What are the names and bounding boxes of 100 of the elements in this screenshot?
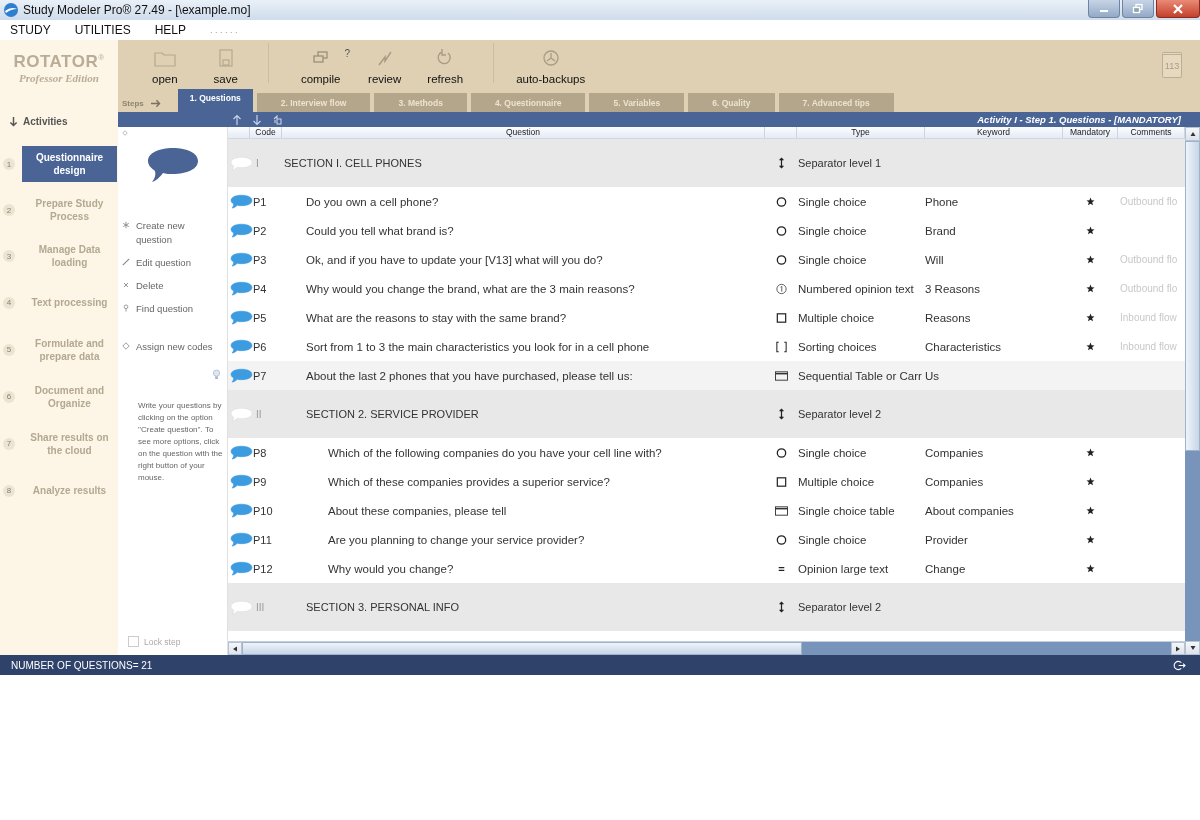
speech-bubble-icon [230,532,253,547]
column-header[interactable]: Type [797,127,925,138]
exit-icon[interactable] [1173,659,1186,671]
section-row[interactable]: I SECTION I. CELL PHONES Separator level 1 [228,139,1185,187]
question-code: P11 [253,533,272,546]
action-link[interactable]: Create new question [136,219,221,247]
calendar-icon: 113 [1162,51,1182,78]
toolbar-button[interactable]: save [205,48,246,89]
up-arrow-icon [1189,131,1196,137]
question-code: P12 [253,562,273,575]
menu-item[interactable]: UTILITIES [74,23,131,37]
menu-item[interactable]: STUDY [10,23,51,37]
step-number: 8 [3,484,15,497]
scroll-left-button[interactable] [228,642,242,655]
action-link[interactable]: Assign new codes [136,340,221,354]
close-button[interactable] [1156,0,1200,18]
question-code: P8 [253,446,267,459]
toolbar-button[interactable]: auto-backups [508,48,594,89]
question-keyword: Companies [925,446,984,459]
type-icon [774,446,788,459]
section-row[interactable]: II SECTION 2. SERVICE PROVIDER Separator level 2 [228,390,1185,438]
question-code: P7 [253,369,267,382]
horizontal-scrollbar-thumb[interactable] [242,642,802,655]
question-text: Are you planning to change your service provider? [328,533,585,546]
logo-edition: Professor Edition [19,72,99,84]
question-text: Which of the following companies do you have your cell line with? [328,446,662,459]
restore-button[interactable] [1122,0,1154,18]
question-keyword: 3 Reasons [925,282,980,295]
question-code: I [256,157,259,169]
diamond-icon [122,130,128,136]
steps-label: Steps [122,99,144,108]
column-header[interactable]: Code [250,127,282,138]
question-text: What are the reasons to stay with the same brand? [306,311,567,324]
activity-item[interactable]: Questionnaire design [22,146,117,182]
column-header[interactable]: Mandatory [1063,127,1118,138]
question-text: Sort from 1 to 3 the main characteristics you look for in a cell phone [306,340,650,353]
speech-bubble-icon [230,223,253,238]
action-link[interactable]: Edit question [136,256,221,270]
speech-bubble-icon [230,194,253,209]
question-row[interactable]: P7 About the last 2 phones that you have purchased, please tell us: Sequential Table or Carr Us [228,361,1185,390]
section-row[interactable]: III SECTION 3. PERSONAL INFO Separator level 2 [228,583,1185,631]
question-code: P9 [253,475,267,488]
step-tab[interactable]: 1. Questions [177,89,253,112]
action-link[interactable]: Find question [136,302,221,316]
move-down-icon[interactable] [252,113,262,126]
scroll-up-button[interactable] [1185,127,1200,141]
down-arrow-icon [1189,645,1196,651]
question-keyword: Reasons [925,311,971,324]
question-keyword: Companies [925,475,984,488]
type-icon [774,224,788,237]
logo-title: ROTATOR$^{®}$ [13,52,105,72]
question-text: Which of these companies provides a superior service? [328,475,610,488]
question-code: P2 [253,224,267,237]
scroll-right-button[interactable] [1171,642,1185,655]
lightbulb-icon [212,369,221,380]
step-number: 2 [3,204,15,216]
question-type: Opinion large text [798,562,889,575]
scroll-down-button[interactable] [1185,641,1200,655]
toolbar-button[interactable]: open [144,48,186,89]
help-mark[interactable]: ? [344,48,351,59]
hand-pointer-icon[interactable] [272,113,282,126]
menu-item[interactable]: HELP [154,23,187,37]
speech-bubble-icon [147,147,199,183]
question-type: Separator level 2 [798,601,882,613]
question-text: Could you tell what brand is? [306,224,454,237]
column-header[interactable]: Keyword [925,127,1063,138]
question-text: SECTION 2. SERVICE PROVIDER [306,408,479,420]
type-icon [774,533,788,546]
question-type: Separator level 1 [798,157,882,169]
speech-bubble-icon [230,339,253,354]
question-keyword: Us [925,369,940,382]
down-arrow-icon [9,116,18,127]
type-icon [774,504,788,517]
speech-bubble-icon [230,368,253,383]
panel-title: Activity I - Step 1. Questions - [MANDATORY] [977,114,1181,125]
vertical-scrollbar-thumb[interactable] [1185,141,1200,451]
question-keyword: Phone [925,195,959,208]
type-icon [774,340,788,353]
pen-icon [122,258,130,266]
type-icon [774,311,788,324]
toolbar-button[interactable]: review [360,48,410,89]
question-type: Single choice [798,446,867,459]
question-keyword: About companies [925,504,1014,517]
question-text: Ok, and if you have to update your [V13] what will you do? [306,253,603,266]
right-arrow-icon [1175,645,1181,652]
minimize-button[interactable] [1088,0,1120,18]
speech-bubble-icon [230,281,253,296]
step-number: 5 [3,343,15,356]
column-header[interactable]: Question [282,127,765,138]
question-type: Separator level 2 [798,408,882,420]
type-icon [774,195,788,208]
move-up-icon[interactable] [232,113,242,126]
minimize-icon [1100,10,1108,12]
speech-bubble-icon [230,310,253,325]
step-number: 4 [3,296,15,309]
lock-step-checkbox[interactable] [128,636,139,647]
speech-bubble-icon [230,406,253,422]
speech-bubble-icon [230,474,253,489]
action-link[interactable]: Delete [136,279,221,293]
toolbar-button[interactable]: refresh [419,48,472,89]
